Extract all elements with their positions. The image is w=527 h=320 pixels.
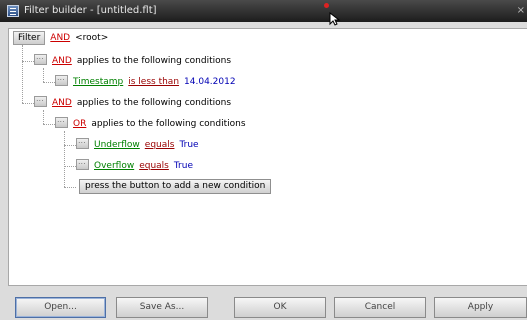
tree-connector bbox=[64, 145, 76, 146]
group-operator-link[interactable]: AND bbox=[52, 98, 72, 108]
tree-connector bbox=[64, 131, 65, 187]
group-description: applies to the following conditions bbox=[91, 119, 246, 129]
group-row: OR applies to the following conditions bbox=[55, 113, 251, 131]
filter-menu-button[interactable]: Filter bbox=[13, 31, 46, 45]
condition-row: Overflow equals True bbox=[76, 155, 198, 173]
title-bar: Filter builder - [untitled.flt] × bbox=[0, 0, 527, 26]
group-menu-button[interactable] bbox=[34, 50, 47, 65]
cancel-button[interactable]: Cancel bbox=[334, 297, 426, 318]
tree-connector bbox=[43, 110, 44, 124]
mouse-cursor-icon bbox=[329, 12, 341, 26]
condition-operator-link[interactable]: equals bbox=[139, 161, 169, 171]
tree-connector bbox=[22, 103, 34, 104]
condition-field-link[interactable]: Underflow bbox=[94, 140, 140, 150]
open-button[interactable]: Open... bbox=[15, 297, 106, 318]
tree-root: Filter AND <root> bbox=[13, 31, 113, 45]
tree-connector bbox=[64, 187, 76, 188]
group-operator-link[interactable]: AND bbox=[52, 56, 72, 66]
cancel-button-label: Cancel bbox=[364, 302, 396, 312]
ok-button-label: OK bbox=[273, 302, 287, 312]
window-title: Filter builder - [untitled.flt] bbox=[24, 5, 157, 16]
tree-connector bbox=[64, 166, 76, 167]
save-as-button-label: Save As... bbox=[139, 302, 185, 312]
condition-field-link[interactable]: Timestamp bbox=[73, 77, 123, 87]
open-button-label: Open... bbox=[44, 302, 77, 312]
condition-field-link[interactable]: Overflow bbox=[94, 161, 134, 171]
condition-value[interactable]: True bbox=[174, 161, 193, 171]
group-description: applies to the following conditions bbox=[76, 56, 232, 66]
condition-row: Underflow equals True bbox=[76, 134, 204, 152]
condition-operator-link[interactable]: equals bbox=[145, 140, 175, 150]
apply-button-label: Apply bbox=[467, 302, 494, 312]
app-icon bbox=[7, 5, 19, 17]
apply-button[interactable]: Apply bbox=[434, 297, 527, 318]
root-label: <root> bbox=[75, 33, 109, 43]
condition-row: Timestamp is less than 14.04.2012 bbox=[55, 71, 241, 89]
close-icon[interactable]: × bbox=[517, 5, 525, 16]
condition-operator-link[interactable]: is less than bbox=[128, 77, 179, 87]
tree-connector bbox=[43, 124, 55, 125]
ok-button[interactable]: OK bbox=[234, 297, 326, 318]
tree-connector bbox=[22, 45, 23, 103]
filter-tree-panel[interactable]: Filter AND <root> AND applies to the follow… bbox=[8, 28, 527, 286]
group-menu-button[interactable] bbox=[34, 92, 47, 107]
group-menu-button[interactable] bbox=[55, 113, 68, 128]
group-row: AND applies to the following conditions bbox=[34, 50, 236, 68]
save-as-button[interactable]: Save As... bbox=[116, 297, 208, 318]
root-operator-link[interactable]: AND bbox=[50, 33, 70, 43]
tree-connector bbox=[43, 68, 44, 82]
condition-value[interactable]: True bbox=[179, 140, 198, 150]
condition-menu-button[interactable] bbox=[76, 134, 89, 149]
add-condition-button[interactable]: press the button to add a new condition bbox=[79, 179, 272, 194]
record-indicator-icon bbox=[324, 3, 329, 8]
tree-connector bbox=[43, 82, 55, 83]
condition-value[interactable]: 14.04.2012 bbox=[184, 77, 236, 87]
condition-menu-button[interactable] bbox=[55, 71, 68, 86]
condition-menu-button[interactable] bbox=[76, 155, 89, 170]
group-operator-link[interactable]: OR bbox=[73, 119, 86, 129]
group-row: AND applies to the following conditions bbox=[34, 92, 236, 110]
tree-connector bbox=[22, 61, 34, 62]
group-description: applies to the following conditions bbox=[76, 98, 232, 108]
